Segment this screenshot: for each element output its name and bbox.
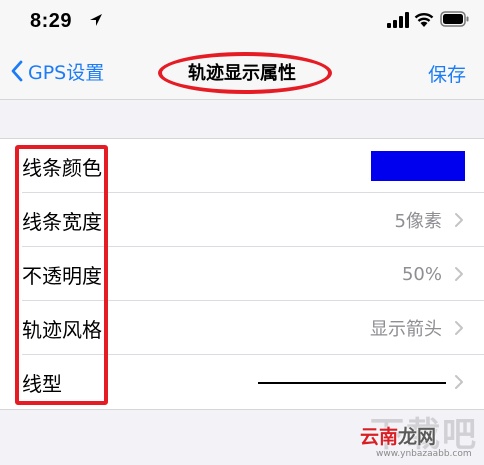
navigation-bar: GPS设置 轨迹显示属性 保存 — [0, 40, 484, 100]
watermark-brand-part2: 龙网 — [398, 426, 437, 448]
row-opacity[interactable]: 不透明度 50% — [0, 247, 484, 301]
row-track-style[interactable]: 轨迹风格 显示箭头 — [0, 301, 484, 355]
save-button[interactable]: 保存 — [428, 60, 466, 87]
wifi-icon — [414, 13, 434, 27]
row-value: 50% — [401, 263, 442, 285]
color-swatch — [371, 151, 465, 181]
chevron-right-icon — [455, 267, 463, 281]
watermark-brand: 云南龙网 — [360, 422, 436, 449]
line-type-sample — [258, 382, 446, 384]
chevron-right-icon — [455, 375, 463, 389]
chevron-right-icon — [455, 321, 463, 335]
row-label: 不透明度 — [22, 263, 102, 288]
watermark-bg-glyphs: 下载吧 — [370, 415, 478, 455]
watermark-url: www.ynbazaabb.com — [376, 449, 472, 459]
row-label: 轨迹风格 — [22, 317, 102, 342]
settings-list: 线条颜色 线条宽度 5像素 不透明度 50% 轨迹风格 显示箭头 线型 — [0, 138, 484, 410]
watermark-logo: 下载吧 云南龙网 www.ynbazaabb.com — [360, 405, 484, 465]
watermark-brand-part1: 云南 — [360, 426, 399, 448]
row-label: 线条宽度 — [22, 209, 102, 234]
cellular-signal-icon — [387, 12, 409, 28]
row-line-type[interactable]: 线型 — [0, 355, 484, 409]
row-line-color[interactable]: 线条颜色 — [0, 139, 484, 193]
page-title: 轨迹显示属性 — [188, 63, 296, 84]
row-label: 线条颜色 — [22, 155, 102, 180]
row-line-width[interactable]: 线条宽度 5像素 — [0, 193, 484, 247]
row-label: 线型 — [22, 371, 62, 396]
status-bar: 8:29 — [0, 0, 484, 40]
chevron-right-icon — [455, 213, 463, 227]
location-arrow-icon — [90, 14, 102, 26]
row-value: 显示箭头 — [370, 319, 442, 340]
battery-icon — [440, 11, 469, 27]
row-value: 5像素 — [394, 211, 442, 232]
status-time: 8:29 — [30, 10, 73, 32]
